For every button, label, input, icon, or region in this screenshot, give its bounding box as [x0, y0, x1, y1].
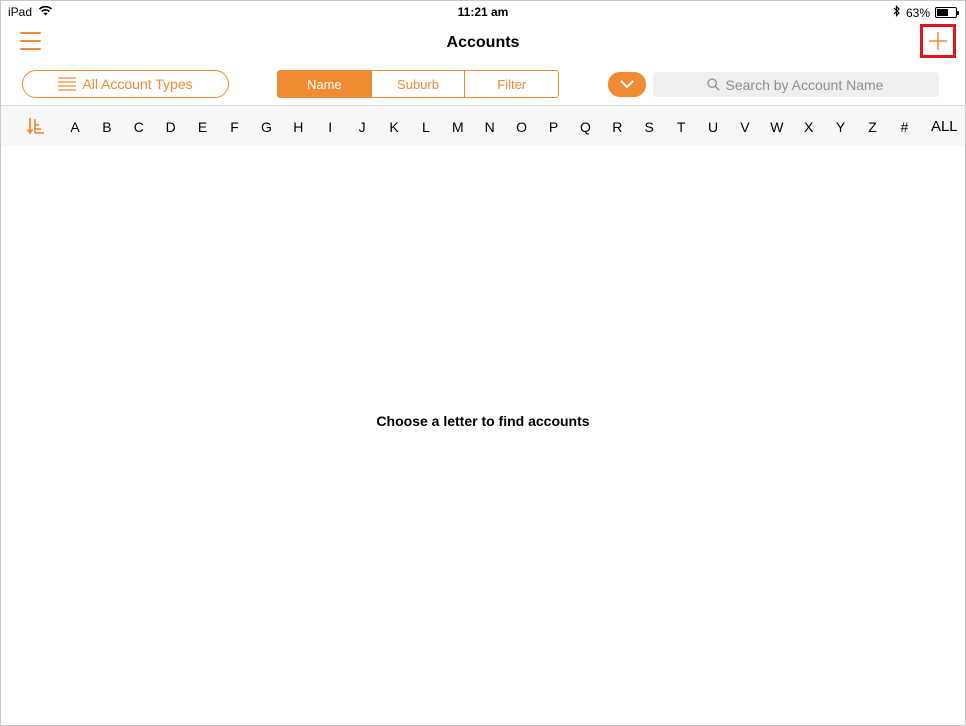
alphabet-letter-s[interactable]: S	[633, 106, 665, 147]
sort-icon[interactable]	[26, 117, 45, 135]
account-types-button[interactable]: All Account Types	[22, 70, 229, 98]
empty-state-message: Choose a letter to find accounts	[376, 413, 590, 429]
alphabet-letter-m[interactable]: M	[442, 106, 474, 147]
alphabet-letter-j[interactable]: J	[346, 106, 378, 147]
alphabet-letters: A B C D E F G H I J K L M N O P Q R S T U V W X Y Z # ALL	[59, 106, 963, 147]
alphabet-letter-p[interactable]: P	[538, 106, 570, 147]
alphabet-letter-o[interactable]: O	[506, 106, 538, 147]
battery-level	[937, 9, 949, 16]
segment-suburb[interactable]: Suburb	[370, 71, 465, 97]
alphabet-letter-c[interactable]: C	[123, 106, 155, 147]
account-types-label: All Account Types	[82, 76, 193, 92]
page-title: Accounts	[446, 34, 520, 51]
alphabet-letter-g[interactable]: G	[250, 106, 282, 147]
alphabet-letter-z[interactable]: Z	[857, 106, 889, 147]
bluetooth-icon	[893, 5, 901, 20]
battery-percent: 63%	[905, 5, 930, 20]
add-account-button[interactable]	[920, 24, 956, 58]
alphabet-letter-all[interactable]: ALL	[924, 106, 964, 147]
status-right: 63%	[893, 5, 959, 20]
alphabet-letter-x[interactable]: X	[793, 106, 825, 147]
toolbar: All Account Types Name Suburb Filter	[1, 67, 965, 101]
alphabet-letter-n[interactable]: N	[474, 106, 506, 147]
alphabet-letter-b[interactable]: B	[91, 106, 123, 147]
status-time: 11:21 am	[457, 5, 509, 19]
segment-name[interactable]: Name	[278, 71, 371, 97]
alphabet-index-bar: A B C D E F G H I J K L M N O P Q R S T U V W X Y Z # ALL	[1, 105, 965, 146]
alphabet-letter-r[interactable]: R	[601, 106, 633, 147]
battery-icon	[935, 7, 959, 18]
alphabet-letter-i[interactable]: I	[314, 106, 346, 147]
alphabet-letter-h[interactable]: H	[282, 106, 314, 147]
alphabet-letter-l[interactable]: L	[410, 106, 442, 147]
status-bar: iPad 11:21 am 63%	[1, 1, 965, 23]
alphabet-letter-w[interactable]: W	[761, 106, 793, 147]
nav-bar: Accounts	[1, 23, 965, 63]
search-input[interactable]	[725, 76, 886, 93]
alphabet-letter-d[interactable]: D	[155, 106, 187, 147]
list-icon	[58, 77, 77, 91]
app-window: iPad 11:21 am 63% Accounts All Account T…	[0, 0, 966, 726]
alphabet-letter-v[interactable]: V	[729, 106, 761, 147]
alphabet-letter-u[interactable]: U	[697, 106, 729, 147]
chevron-down-icon	[620, 80, 634, 89]
segment-filter[interactable]: Filter	[464, 71, 558, 97]
search-options-dropdown-button[interactable]	[608, 72, 646, 97]
alphabet-letter-q[interactable]: Q	[569, 106, 601, 147]
search-mode-segmented-control: Name Suburb Filter	[277, 70, 559, 98]
alphabet-letter-y[interactable]: Y	[825, 106, 857, 147]
alphabet-letter-t[interactable]: T	[665, 106, 697, 147]
search-icon	[706, 78, 720, 91]
alphabet-letter-a[interactable]: A	[59, 106, 91, 147]
alphabet-letter-hash[interactable]: #	[888, 106, 920, 147]
alphabet-letter-e[interactable]: E	[187, 106, 219, 147]
search-box	[653, 72, 939, 97]
alphabet-letter-k[interactable]: K	[378, 106, 410, 147]
plus-icon	[929, 32, 947, 50]
alphabet-letter-f[interactable]: F	[219, 106, 251, 147]
